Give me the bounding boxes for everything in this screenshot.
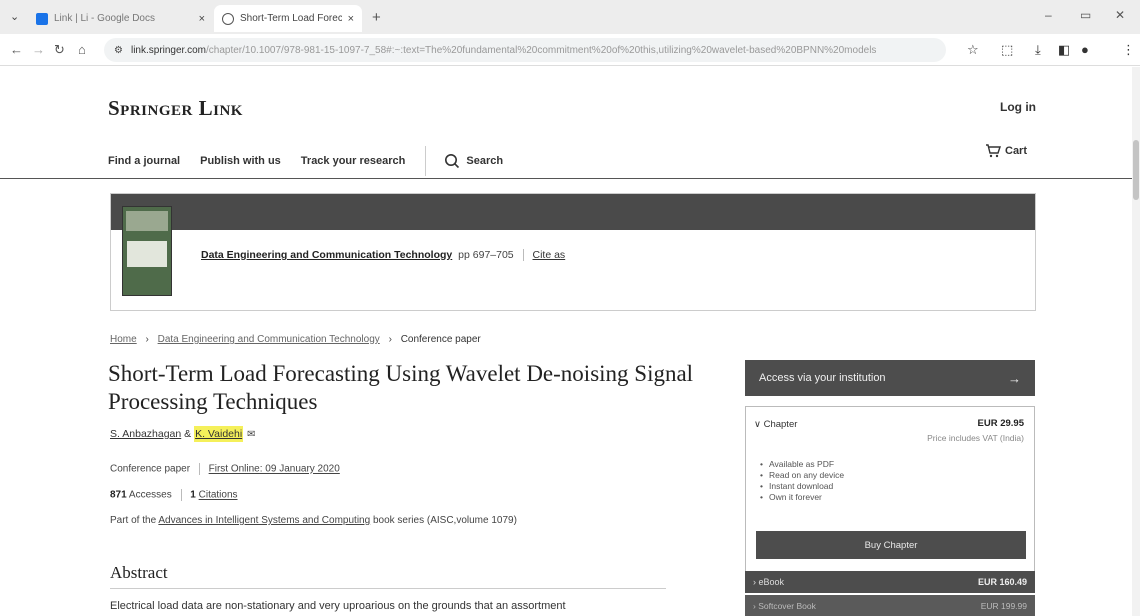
scrollbar-thumb[interactable]: [1133, 140, 1139, 200]
softcover-option[interactable]: › Softcover Book EUR 199.99: [745, 595, 1035, 616]
article-meta: Conference paper First Online: 09 Januar…: [110, 463, 340, 475]
cart-label: Cart: [1005, 145, 1028, 157]
browser-tab-springer[interactable]: Short-Term Load Forecasting U ×: [214, 5, 362, 32]
cite-as-link[interactable]: Cite as: [533, 249, 566, 261]
book-cover-image[interactable]: [122, 206, 172, 296]
article-title: Short-Term Load Forecasting Using Wavele…: [108, 361, 694, 414]
accesses-label: Accesses: [128, 489, 172, 501]
book-title-link[interactable]: Data Engineering and Communication Techn…: [201, 249, 452, 261]
feature-item: Read on any device: [760, 470, 844, 481]
cart-icon: [986, 144, 1001, 158]
author-link[interactable]: S. Anbazhagan: [110, 428, 181, 440]
series-info: Part of the Advances in Intelligent Syst…: [110, 515, 517, 526]
abstract-divider: [110, 588, 666, 589]
banner-strip: [111, 194, 1035, 230]
breadcrumb: Home › Data Engineering and Communicatio…: [110, 334, 481, 345]
search-button[interactable]: Search: [444, 153, 503, 169]
search-label: Search: [466, 155, 504, 167]
forward-icon[interactable]: →: [32, 42, 45, 57]
author-link-highlighted[interactable]: K. Vaidehi: [194, 426, 244, 442]
new-tab-button[interactable]: +: [372, 9, 381, 26]
url-path: /chapter/10.1007/978-981-15-1097-7_58#:~…: [206, 44, 877, 56]
feature-item: Instant download: [760, 481, 844, 492]
breadcrumb-separator: ›: [388, 334, 392, 345]
chapter-features: Available as PDF Read on any device Inst…: [760, 459, 844, 503]
accesses-count: 871: [110, 489, 127, 501]
book-banner: Data Engineering and Communication Techn…: [110, 193, 1036, 311]
author-list: S. Anbazhagan & K. Vaidehi ✉: [110, 426, 256, 442]
citations-count: 1: [190, 489, 196, 501]
article-metrics: 871 Accesses 1 Citations: [110, 489, 238, 501]
close-window-icon[interactable]: ✕: [1115, 8, 1125, 22]
address-toolbar: ← → ↻ ⌂ ⚙ link.springer.com /chapter/10.…: [0, 34, 1140, 66]
breadcrumb-current: Conference paper: [400, 334, 481, 345]
back-icon[interactable]: ←: [10, 42, 23, 57]
url-host: link.springer.com: [130, 44, 206, 56]
tab-title: Link | Li - Google Docs: [54, 13, 155, 24]
softcover-label: Softcover Book: [758, 600, 816, 611]
access-label: Access via your institution: [759, 372, 886, 384]
chapter-toggle[interactable]: ∨ Chapter: [754, 419, 797, 430]
access-via-institution-button[interactable]: Access via your institution →: [745, 360, 1035, 396]
ebook-price: EUR 160.49: [977, 577, 1027, 587]
arrow-right-icon: →: [1008, 370, 1021, 386]
springer-favicon-icon: [222, 12, 234, 25]
feature-item: Available as PDF: [760, 459, 844, 470]
sidebar-icon[interactable]: ◧: [1058, 42, 1070, 58]
url-input[interactable]: ⚙ link.springer.com /chapter/10.1007/978…: [104, 38, 946, 62]
nav-divider: [425, 146, 427, 176]
tab-close-icon[interactable]: ×: [199, 13, 205, 25]
feature-item: Own it forever: [760, 492, 844, 503]
nav-publish-with-us[interactable]: Publish with us: [200, 155, 281, 167]
breadcrumb-separator: ›: [145, 334, 149, 345]
browser-tab-bar: ⌄ Link | Li - Google Docs × Short-Term L…: [0, 0, 1140, 34]
article-type: Conference paper: [110, 463, 191, 475]
book-info: Data Engineering and Communication Techn…: [201, 249, 566, 262]
menu-icon[interactable]: ⋮: [1122, 42, 1135, 58]
tab-title: Short-Term Load Forecasting U: [240, 13, 342, 24]
citations-link[interactable]: Citations: [199, 490, 238, 501]
reload-icon[interactable]: ↻: [54, 42, 65, 58]
header-divider: [0, 178, 1140, 179]
buy-chapter-button[interactable]: Buy Chapter: [756, 531, 1026, 559]
abstract-heading: Abstract: [110, 563, 168, 582]
minimize-icon[interactable]: –: [1045, 8, 1052, 22]
chapter-label: Chapter: [763, 419, 798, 430]
profile-icon[interactable]: ●: [1081, 42, 1089, 57]
site-info-icon[interactable]: ⚙: [114, 45, 123, 56]
email-icon[interactable]: ✉: [247, 429, 255, 440]
series-link[interactable]: Advances in Intelligent Systems and Comp…: [158, 515, 370, 526]
restore-icon[interactable]: ▭: [1080, 8, 1091, 22]
download-icon[interactable]: ⤓: [1035, 42, 1041, 58]
first-online-link[interactable]: First Online: 09 January 2020: [209, 464, 340, 475]
author-separator: &: [181, 428, 195, 440]
google-docs-favicon-icon: [36, 12, 48, 25]
home-icon[interactable]: ⌂: [78, 42, 86, 57]
ebook-label: eBook: [758, 577, 785, 587]
browser-tab-google-docs[interactable]: Link | Li - Google Docs ×: [28, 5, 213, 32]
tab-list-button[interactable]: ⌄: [10, 10, 19, 23]
chapter-price: EUR 29.95: [977, 418, 1024, 429]
extension-icon[interactable]: ⬚: [1001, 42, 1013, 58]
softcover-price: EUR 199.99: [980, 600, 1027, 611]
book-pages: pp 697–705: [458, 249, 514, 261]
nav-find-journal[interactable]: Find a journal: [108, 155, 180, 167]
chapter-purchase-box: ∨ Chapter EUR 29.95 Price includes VAT (…: [745, 406, 1035, 582]
top-nav: Find a journal Publish with us Track you…: [108, 146, 503, 176]
cart-button[interactable]: Cart: [985, 144, 1027, 158]
abstract-text: Electrical load data are non-stationary …: [110, 600, 566, 612]
springer-link-logo[interactable]: Springer Link: [108, 96, 243, 121]
breadcrumb-home[interactable]: Home: [110, 334, 137, 345]
tab-close-icon[interactable]: ×: [348, 13, 354, 25]
ebook-option[interactable]: › eBook EUR 160.49: [745, 571, 1035, 593]
vat-note: Price includes VAT (India): [927, 433, 1024, 443]
breadcrumb-book[interactable]: Data Engineering and Communication Techn…: [158, 334, 380, 345]
nav-track-research[interactable]: Track your research: [301, 155, 406, 167]
login-link[interactable]: Log in: [1000, 100, 1036, 114]
search-icon: [445, 154, 460, 169]
star-icon[interactable]: ☆: [967, 42, 979, 58]
